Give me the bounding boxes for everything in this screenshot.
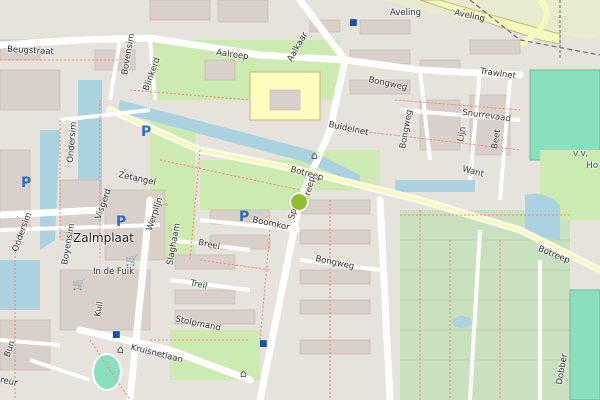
sports-club-label: v.v.	[573, 149, 588, 159]
street-label: In de Fuik	[93, 267, 135, 277]
place-label-zalmplaat: Zalmplaat	[73, 231, 134, 245]
street-label: Lijn	[455, 126, 469, 143]
tram-stop-icon[interactable]: ■	[259, 340, 268, 349]
street-label: Beugstraat	[6, 44, 55, 58]
tram-stop-icon[interactable]: ■	[349, 19, 358, 28]
parking-marker[interactable]: P	[21, 176, 31, 190]
shelter-icon: ⌂	[117, 343, 124, 356]
parking-marker[interactable]: P	[116, 215, 126, 229]
parking-marker[interactable]: P	[239, 210, 249, 224]
map-canvas[interactable]: P P P P ■ ■ ■ 🛒 🛒 ⌂ ⌂ ⌂ Aveling Aveling …	[0, 0, 600, 400]
tram-stop-icon[interactable]: ■	[112, 331, 121, 340]
shelter-icon: ⌂	[311, 149, 318, 162]
shopping-cart-icon[interactable]: 🛒	[72, 279, 86, 290]
street-label: Aveling	[390, 8, 422, 18]
shopping-cart-icon[interactable]: 🛒	[125, 255, 139, 266]
parking-marker[interactable]: P	[141, 125, 151, 139]
shelter-icon: ⌂	[240, 367, 247, 380]
sports-club-label: Ho	[586, 161, 599, 171]
